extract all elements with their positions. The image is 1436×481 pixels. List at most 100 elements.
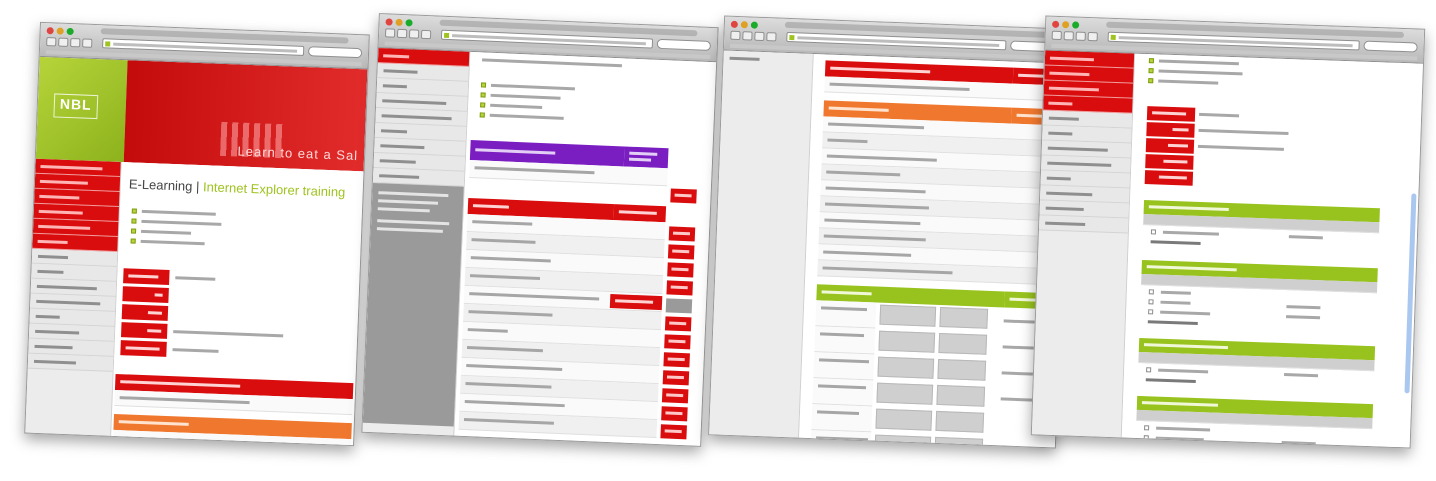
close-window-button[interactable] <box>1052 20 1060 28</box>
checkbox[interactable] <box>1148 309 1154 315</box>
nav-buttons <box>730 30 777 42</box>
table-cell <box>874 434 932 449</box>
vertical-scrollbar[interactable] <box>1404 193 1417 394</box>
start-button[interactable] <box>662 370 690 386</box>
date-value <box>1281 441 1316 446</box>
course-link[interactable] <box>490 93 561 100</box>
checkbox[interactable] <box>1143 445 1149 449</box>
home-button[interactable] <box>420 29 432 40</box>
course-link[interactable] <box>1158 59 1239 66</box>
course-link[interactable] <box>1158 69 1243 76</box>
minimize-window-button[interactable] <box>740 21 748 29</box>
checkbox[interactable] <box>1148 289 1154 295</box>
start-button[interactable] <box>661 406 688 422</box>
table-row-label <box>815 300 877 329</box>
field-label <box>1146 106 1196 122</box>
header-image: Learn to eat a Sal <box>123 60 368 172</box>
field-value <box>1199 112 1240 118</box>
item-label <box>1162 230 1219 236</box>
course-link[interactable] <box>141 229 192 235</box>
course-link[interactable] <box>490 103 543 109</box>
field-label <box>1145 154 1194 170</box>
favicon-icon <box>105 41 111 47</box>
table-cell <box>936 384 986 407</box>
table-row-label <box>811 404 873 433</box>
start-button[interactable] <box>670 188 697 204</box>
start-button[interactable] <box>667 244 695 260</box>
course-link[interactable] <box>489 113 564 120</box>
start-button[interactable] <box>666 280 693 296</box>
course-link[interactable] <box>141 219 222 226</box>
course-link[interactable] <box>1158 79 1219 85</box>
zoom-window-button[interactable] <box>750 21 758 29</box>
sidebar-nav <box>362 48 471 436</box>
back-button[interactable] <box>1051 30 1062 41</box>
start-button[interactable] <box>664 316 692 332</box>
nav-buttons <box>384 28 432 40</box>
start-button[interactable] <box>667 262 694 278</box>
start-button[interactable] <box>663 352 690 368</box>
close-window-button[interactable] <box>46 27 54 35</box>
start-button[interactable] <box>661 388 689 404</box>
zoom-window-button[interactable] <box>66 27 74 36</box>
minimize-window-button[interactable] <box>56 27 64 35</box>
date-value <box>1286 315 1321 320</box>
item-label <box>1160 310 1211 316</box>
forward-button[interactable] <box>1063 31 1074 41</box>
reload-button[interactable] <box>754 31 765 42</box>
breadcrumb <box>482 58 623 68</box>
sidebar-nav <box>1031 50 1136 438</box>
zoom-window-button[interactable] <box>405 19 413 27</box>
checkbox[interactable] <box>1146 367 1152 373</box>
zoom-window-button[interactable] <box>1072 21 1080 29</box>
header-banner: NBL Learn to eat a Sal <box>35 56 368 172</box>
back-button[interactable] <box>46 37 57 47</box>
reload-button[interactable] <box>70 37 81 48</box>
nav-buttons <box>46 37 93 48</box>
course-link[interactable] <box>140 239 205 246</box>
minimize-window-button[interactable] <box>1062 21 1070 29</box>
close-window-button[interactable] <box>730 20 738 29</box>
bullet-icon <box>1148 58 1155 64</box>
checkbox[interactable] <box>1143 435 1149 441</box>
page-title-course: Internet Explorer training <box>202 179 346 200</box>
search-field[interactable] <box>307 46 363 59</box>
reload-button[interactable] <box>1075 31 1086 41</box>
browser-window-elearning-home: NBL Learn to eat a Sal E-Learning | Inte… <box>24 21 370 447</box>
page-title: E-Learning | Internet Explorer training <box>129 176 346 199</box>
search-field[interactable] <box>656 38 712 51</box>
course-link[interactable] <box>141 209 216 216</box>
site-header: NBL Learn to eat a Sal <box>35 56 368 172</box>
main-content <box>1121 53 1423 449</box>
sidebar-item[interactable] <box>723 50 813 69</box>
date-value <box>1284 373 1319 378</box>
back-button[interactable] <box>384 28 396 38</box>
forward-button[interactable] <box>396 28 408 39</box>
forward-button[interactable] <box>58 37 69 47</box>
sidebar-item[interactable] <box>27 353 114 372</box>
home-button[interactable] <box>82 38 93 48</box>
start-button[interactable] <box>664 334 691 350</box>
home-button[interactable] <box>766 32 777 42</box>
checkbox[interactable] <box>1144 425 1150 431</box>
start-button[interactable] <box>660 424 687 440</box>
start-button[interactable] <box>668 226 696 242</box>
reload-button[interactable] <box>408 29 420 39</box>
disabled-button[interactable] <box>665 298 693 314</box>
bullet-icon <box>480 102 486 108</box>
home-button[interactable] <box>1087 31 1098 42</box>
sidebar-nav <box>709 50 814 438</box>
minimize-window-button[interactable] <box>395 18 403 27</box>
close-window-button[interactable] <box>385 18 393 26</box>
site-logo[interactable]: NBL <box>60 96 92 113</box>
sidebar-item[interactable] <box>1038 215 1129 234</box>
checkbox[interactable] <box>1148 299 1154 305</box>
checkbox[interactable] <box>1150 229 1157 235</box>
search-field[interactable] <box>1363 40 1418 53</box>
course-link[interactable] <box>490 83 576 91</box>
forward-button[interactable] <box>742 31 753 41</box>
bullet-icon <box>130 228 137 234</box>
table-cell <box>934 436 984 449</box>
table-row-label <box>813 352 875 381</box>
back-button[interactable] <box>730 30 741 41</box>
